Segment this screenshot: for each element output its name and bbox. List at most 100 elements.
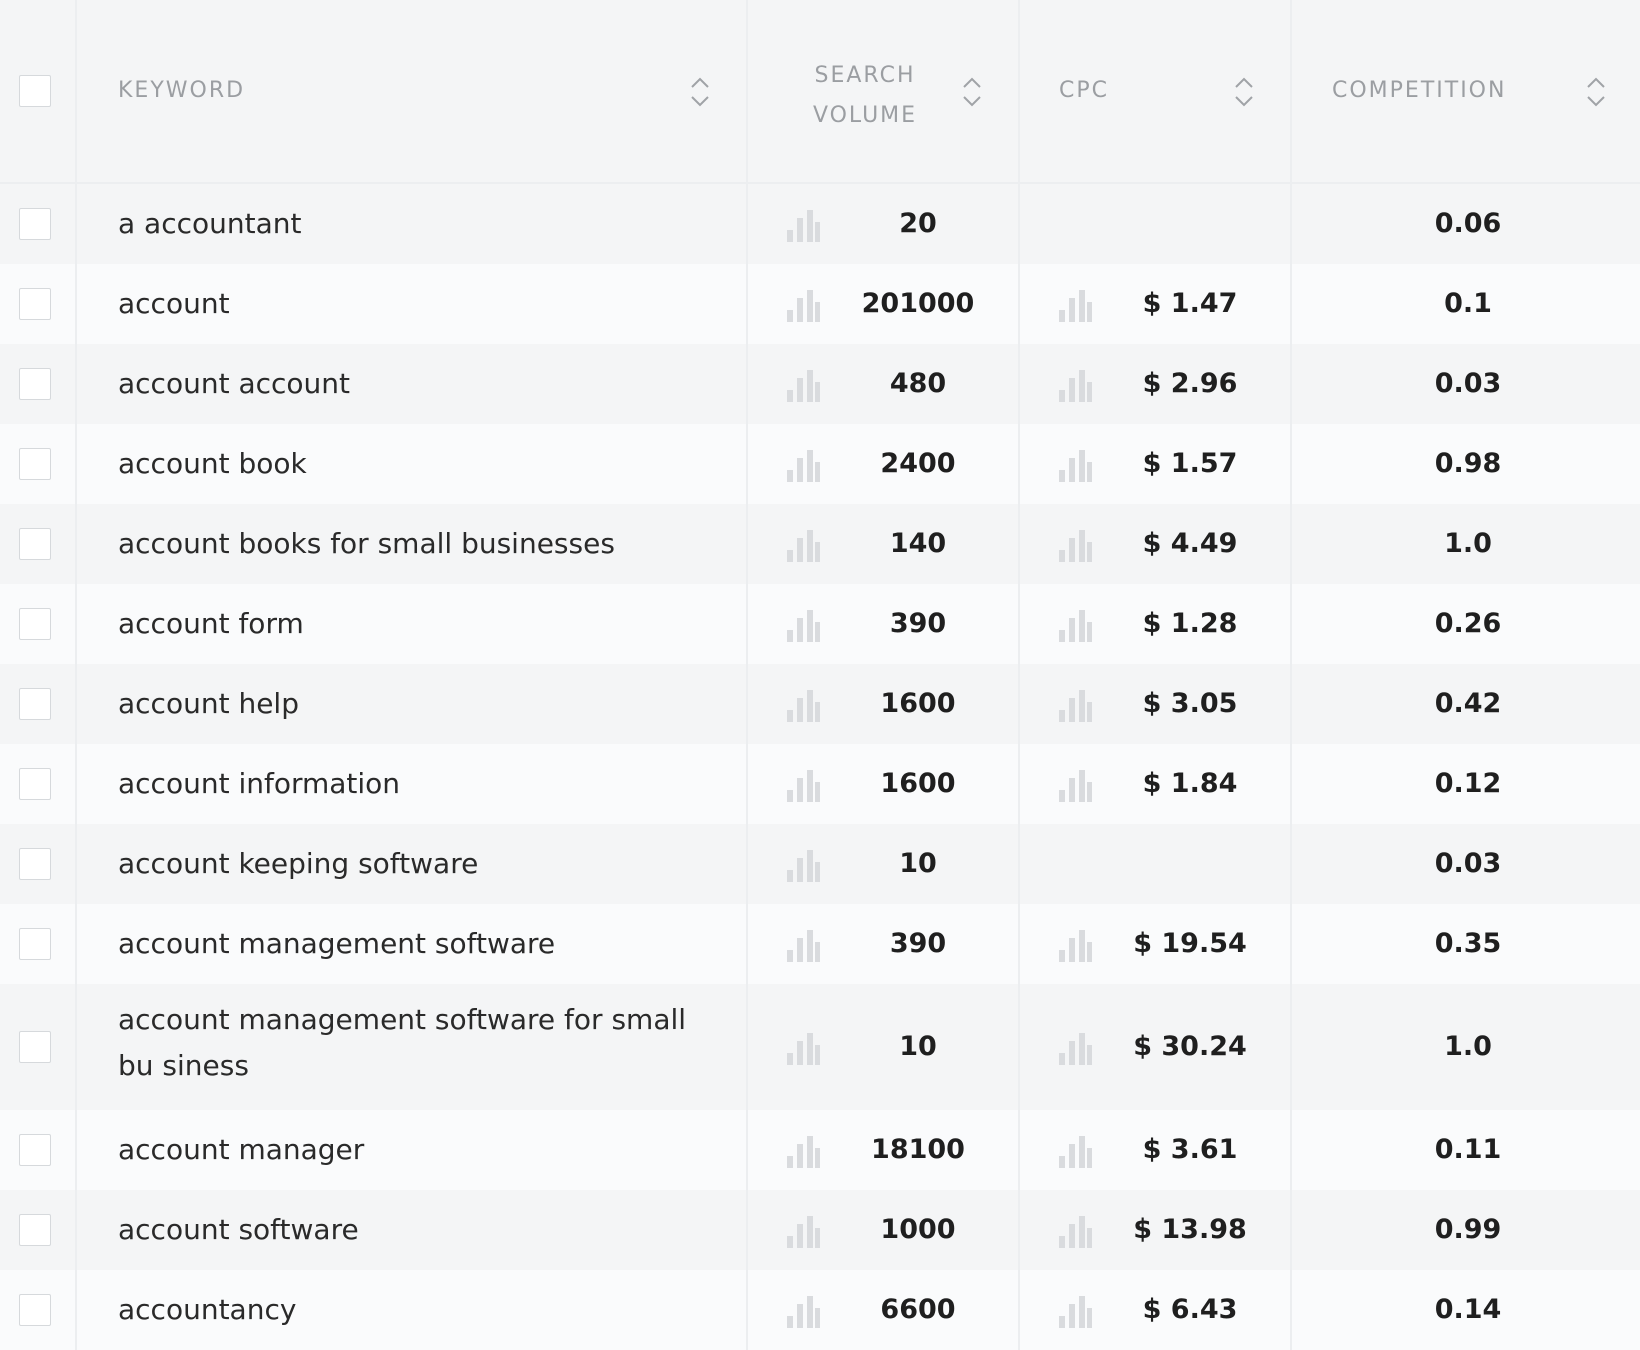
- volume-trend-bar-chart-icon[interactable]: [786, 688, 820, 722]
- column-divider: [75, 1190, 77, 1270]
- sort-search-volume-icon[interactable]: [960, 75, 984, 109]
- sort-competition-icon[interactable]: [1584, 75, 1608, 109]
- column-divider: [746, 664, 748, 744]
- cpc-cell: $ 3.05: [1142, 688, 1238, 719]
- cpc-cell: $ 3.61: [1142, 1134, 1238, 1165]
- cpc-cell: $ 1.28: [1142, 608, 1238, 639]
- cpc-column-header[interactable]: CPC: [1059, 78, 1109, 103]
- volume-trend-bar-chart-icon[interactable]: [786, 1134, 820, 1168]
- column-divider: [1018, 744, 1020, 824]
- column-divider: [746, 904, 748, 984]
- select-all-checkbox[interactable]: [19, 75, 51, 107]
- column-divider: [1290, 184, 1292, 264]
- volume-trend-bar-chart-icon[interactable]: [786, 368, 820, 402]
- search-volume-cell: 20: [899, 208, 937, 239]
- row-checkbox[interactable]: [19, 528, 51, 560]
- volume-trend-bar-chart-icon[interactable]: [786, 528, 820, 562]
- keyword-cell: account keeping software: [118, 847, 479, 880]
- row-checkbox[interactable]: [19, 448, 51, 480]
- keyword-cell: account account: [118, 367, 350, 400]
- keyword-cell: accountancy: [118, 1293, 297, 1326]
- row-checkbox[interactable]: [19, 1294, 51, 1326]
- competition-cell: 1.0: [1444, 528, 1492, 559]
- sort-keyword-icon[interactable]: [688, 75, 712, 109]
- cpc-cell: $ 13.98: [1133, 1214, 1247, 1245]
- volume-trend-bar-chart-icon[interactable]: [786, 1294, 820, 1328]
- row-checkbox[interactable]: [19, 848, 51, 880]
- search-volume-cell: 10: [899, 848, 937, 879]
- search-volume-cell: 201000: [861, 288, 975, 319]
- column-divider: [1290, 1190, 1292, 1270]
- cpc-trend-bar-chart-icon[interactable]: [1058, 1031, 1092, 1065]
- search-volume-column-header[interactable]: SEARCH VOLUME: [770, 56, 960, 136]
- cpc-trend-bar-chart-icon[interactable]: [1058, 528, 1092, 562]
- cpc-trend-bar-chart-icon[interactable]: [1058, 768, 1092, 802]
- search-volume-cell: 18100: [871, 1134, 965, 1165]
- column-divider: [75, 664, 77, 744]
- volume-trend-bar-chart-icon[interactable]: [786, 1214, 820, 1248]
- column-divider: [746, 184, 748, 264]
- column-divider: [75, 264, 77, 344]
- keyword-cell: account help: [118, 687, 299, 720]
- column-divider: [1018, 664, 1020, 744]
- column-divider: [1290, 744, 1292, 824]
- column-divider: [1290, 1270, 1292, 1350]
- column-divider: [75, 1110, 77, 1190]
- column-divider: [746, 424, 748, 504]
- volume-trend-bar-chart-icon[interactable]: [786, 608, 820, 642]
- cpc-trend-bar-chart-icon[interactable]: [1058, 368, 1092, 402]
- row-checkbox[interactable]: [19, 1214, 51, 1246]
- column-divider: [1290, 584, 1292, 664]
- competition-cell: 0.03: [1434, 368, 1502, 399]
- cpc-trend-bar-chart-icon[interactable]: [1058, 448, 1092, 482]
- search-volume-cell: 480: [889, 368, 947, 399]
- row-checkbox[interactable]: [19, 928, 51, 960]
- volume-trend-bar-chart-icon[interactable]: [786, 848, 820, 882]
- row-checkbox[interactable]: [19, 288, 51, 320]
- column-divider: [1018, 504, 1020, 584]
- table-row: account management software for small bu…: [0, 984, 1640, 1110]
- cpc-trend-bar-chart-icon[interactable]: [1058, 288, 1092, 322]
- competition-cell: 0.06: [1434, 208, 1502, 239]
- volume-trend-bar-chart-icon[interactable]: [786, 928, 820, 962]
- cpc-trend-bar-chart-icon[interactable]: [1058, 1134, 1092, 1168]
- table-row: account help 1600 $ 3.05 0.42: [0, 664, 1640, 744]
- column-divider: [75, 984, 77, 1110]
- search-volume-cell: 1000: [880, 1214, 956, 1245]
- column-divider: [1018, 1110, 1020, 1190]
- column-divider: [1290, 504, 1292, 584]
- cpc-trend-bar-chart-icon[interactable]: [1058, 688, 1092, 722]
- column-divider: [746, 984, 748, 1110]
- competition-cell: 0.35: [1434, 928, 1502, 959]
- row-checkbox[interactable]: [19, 768, 51, 800]
- cpc-trend-bar-chart-icon[interactable]: [1058, 608, 1092, 642]
- column-divider: [1018, 264, 1020, 344]
- competition-cell: 0.03: [1434, 848, 1502, 879]
- keyword-column-header[interactable]: KEYWORD: [118, 78, 245, 103]
- volume-trend-bar-chart-icon[interactable]: [786, 288, 820, 322]
- search-volume-cell: 390: [889, 608, 947, 639]
- volume-trend-bar-chart-icon[interactable]: [786, 1031, 820, 1065]
- row-checkbox[interactable]: [19, 208, 51, 240]
- column-divider: [75, 504, 77, 584]
- keyword-cell: account: [118, 287, 230, 320]
- row-checkbox[interactable]: [19, 688, 51, 720]
- competition-column-header[interactable]: COMPETITION: [1332, 78, 1506, 103]
- table-row: account keeping software 10 0.03: [0, 824, 1640, 904]
- row-checkbox[interactable]: [19, 1134, 51, 1166]
- column-divider: [1018, 1270, 1020, 1350]
- row-checkbox[interactable]: [19, 368, 51, 400]
- cpc-trend-bar-chart-icon[interactable]: [1058, 1214, 1092, 1248]
- sort-cpc-icon[interactable]: [1232, 75, 1256, 109]
- cpc-trend-bar-chart-icon[interactable]: [1058, 1294, 1092, 1328]
- row-checkbox[interactable]: [19, 608, 51, 640]
- table-row: account 201000 $ 1.47 0.1: [0, 264, 1640, 344]
- table-body: a accountant 20 0.06 account 201000 $ 1.…: [0, 184, 1640, 1350]
- row-checkbox[interactable]: [19, 1031, 51, 1063]
- cpc-trend-bar-chart-icon[interactable]: [1058, 928, 1092, 962]
- column-divider: [75, 744, 77, 824]
- keyword-cell: account management software: [118, 927, 556, 960]
- volume-trend-bar-chart-icon[interactable]: [786, 768, 820, 802]
- volume-trend-bar-chart-icon[interactable]: [786, 208, 820, 242]
- volume-trend-bar-chart-icon[interactable]: [786, 448, 820, 482]
